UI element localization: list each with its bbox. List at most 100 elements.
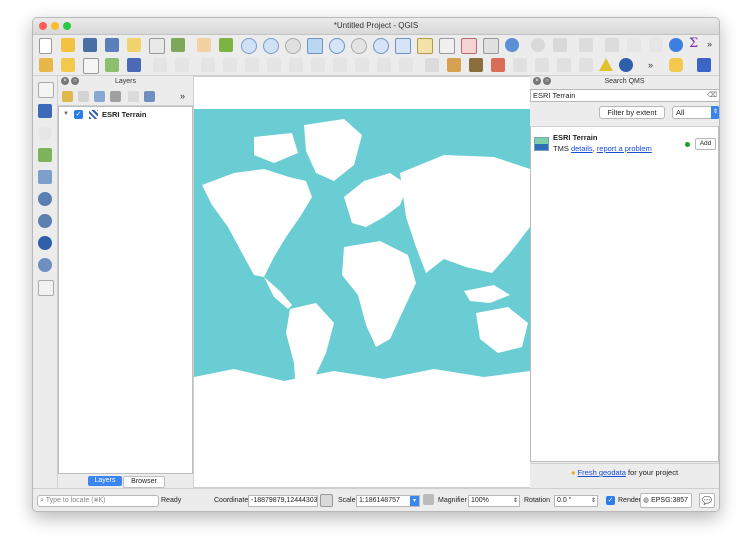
label-history-icon[interactable]	[579, 58, 593, 72]
save-as-icon[interactable]	[105, 38, 119, 52]
locator-search-input[interactable]: ⌕ Type to locate (⌘K)	[37, 495, 159, 507]
layer-row[interactable]: ▼ ✓ ESRI Terrain	[62, 110, 190, 122]
attribute-table-icon[interactable]	[627, 38, 641, 52]
save-project-icon[interactable]	[83, 38, 97, 52]
layout-manager-icon[interactable]	[149, 38, 165, 54]
zoom-native-icon[interactable]	[373, 38, 389, 54]
select-features-icon[interactable]	[579, 38, 593, 52]
messages-icon[interactable]: 💬	[699, 493, 715, 508]
toggle-extents-icon[interactable]	[320, 494, 333, 507]
rotation-spin-icon[interactable]: ⇕	[591, 496, 596, 506]
lock-scale-icon[interactable]	[423, 494, 434, 505]
move-label-icon[interactable]	[557, 58, 571, 72]
label-tool-icon[interactable]	[425, 58, 439, 72]
action-icon[interactable]	[553, 38, 567, 52]
temporal-controller-icon[interactable]	[461, 38, 477, 54]
filter-legend-icon[interactable]	[110, 91, 121, 102]
qms-float-panel-icon[interactable]: ○	[543, 77, 551, 85]
label-properties-icon[interactable]	[491, 58, 505, 72]
add-feature-icon[interactable]	[201, 58, 215, 72]
tab-browser[interactable]: Browser	[123, 476, 165, 488]
identify-icon[interactable]	[531, 38, 545, 52]
zoom-in-icon[interactable]	[241, 38, 257, 54]
open-layer-styling-icon[interactable]	[62, 91, 73, 102]
new-print-layout-icon[interactable]	[127, 38, 141, 52]
warning-icon[interactable]	[599, 58, 613, 71]
coordinate-field[interactable]: -18879879,12444303	[248, 495, 318, 507]
zoom-rubberband-icon[interactable]	[285, 38, 301, 54]
zoom-next-icon[interactable]	[417, 38, 433, 54]
help-icon[interactable]	[697, 58, 711, 72]
vertex-tool-icon[interactable]	[223, 58, 237, 72]
toolbar2-overflow-icon[interactable]: »	[648, 60, 653, 70]
paste-icon[interactable]	[355, 58, 369, 72]
new-map-view-icon[interactable]	[439, 38, 455, 54]
close-panel-icon[interactable]: ×	[61, 77, 69, 85]
magnifier-spin-icon[interactable]: ⇕	[513, 496, 518, 506]
report-problem-link[interactable]: report a problem	[597, 144, 652, 153]
field-calculator-icon[interactable]	[649, 38, 663, 52]
change-label-icon[interactable]	[535, 58, 549, 72]
layer-visibility-checkbox[interactable]: ✓	[74, 110, 83, 119]
layers-toolbar-overflow-icon[interactable]: »	[180, 91, 185, 101]
current-edits-icon[interactable]	[153, 58, 167, 72]
zoom-to-layer-icon[interactable]	[351, 38, 367, 54]
rotation-field[interactable]: 0.0 ° ⇕	[554, 495, 598, 507]
deselect-icon[interactable]	[605, 38, 619, 52]
render-checkbox[interactable]: ✓	[606, 496, 615, 505]
collapse-all-icon[interactable]	[144, 91, 155, 102]
save-edits-icon[interactable]	[127, 58, 141, 72]
clear-search-icon[interactable]: ⌫	[707, 90, 717, 101]
python-console-icon[interactable]	[669, 58, 683, 72]
cut-icon[interactable]	[311, 58, 325, 72]
bookmarks-icon[interactable]	[483, 38, 499, 54]
pan-to-selection-icon[interactable]	[219, 38, 233, 52]
add-raster-layer-icon[interactable]	[38, 104, 52, 118]
processing-toolbox-icon[interactable]	[669, 38, 683, 52]
data-source-manager-icon[interactable]	[39, 58, 53, 72]
filter-select[interactable]: All ⇕	[672, 106, 719, 119]
refresh-icon[interactable]	[505, 38, 519, 52]
add-spatialite-icon[interactable]	[38, 148, 52, 162]
new-project-icon[interactable]	[39, 38, 52, 54]
fresh-geodata-link[interactable]: Fresh geodata	[578, 468, 626, 477]
magnifier-field[interactable]: 100% ⇕	[468, 495, 520, 507]
move-feature-icon[interactable]	[245, 58, 259, 72]
add-virtual-layer-icon[interactable]	[38, 170, 52, 184]
add-xyz-icon[interactable]	[38, 236, 52, 250]
zoom-to-selection-icon[interactable]	[329, 38, 345, 54]
filter-by-extent-button[interactable]: Filter by extent	[599, 106, 665, 119]
qms-globe-icon[interactable]	[619, 58, 633, 72]
add-wms-icon[interactable]	[38, 192, 52, 206]
rotate-label-icon[interactable]	[513, 58, 527, 72]
open-project-icon[interactable]	[61, 38, 75, 52]
scale-field[interactable]: 1:186148757 ▾	[356, 495, 420, 507]
add-vector-layer-icon[interactable]	[38, 82, 54, 98]
tab-layers[interactable]: Layers	[88, 476, 122, 486]
add-wfs-icon[interactable]	[38, 258, 52, 272]
undo-icon[interactable]	[377, 58, 391, 72]
pan-map-icon[interactable]	[197, 38, 211, 52]
float-panel-icon[interactable]: ○	[71, 77, 79, 85]
qms-close-panel-icon[interactable]: ×	[533, 77, 541, 85]
digitize-icon[interactable]	[105, 58, 119, 72]
qms-search-input[interactable]: ESRI Terrain ⌫	[530, 89, 719, 102]
copy-icon[interactable]	[333, 58, 347, 72]
qms-result-item[interactable]: ESRI Terrain TMS details, report a probl…	[531, 131, 718, 159]
toolbar-overflow-icon[interactable]: »	[707, 39, 712, 49]
toggle-editing-icon[interactable]	[175, 58, 189, 72]
redo-icon[interactable]	[399, 58, 413, 72]
add-service-button[interactable]: Add	[695, 138, 716, 150]
scale-dropdown-icon[interactable]: ▾	[410, 496, 419, 506]
new-shapefile-icon[interactable]	[83, 58, 99, 74]
delete-feature-icon[interactable]	[289, 58, 303, 72]
manage-map-themes-icon[interactable]	[94, 91, 105, 102]
new-temporary-layer-icon[interactable]	[38, 280, 54, 296]
style-manager-icon[interactable]	[171, 38, 185, 52]
zoom-full-icon[interactable]	[307, 38, 323, 54]
expand-all-icon[interactable]	[128, 91, 139, 102]
details-link[interactable]: details	[571, 144, 593, 153]
add-group-icon[interactable]	[78, 91, 89, 102]
show-hide-labels-icon[interactable]	[469, 58, 483, 72]
copy-feature-icon[interactable]	[267, 58, 281, 72]
